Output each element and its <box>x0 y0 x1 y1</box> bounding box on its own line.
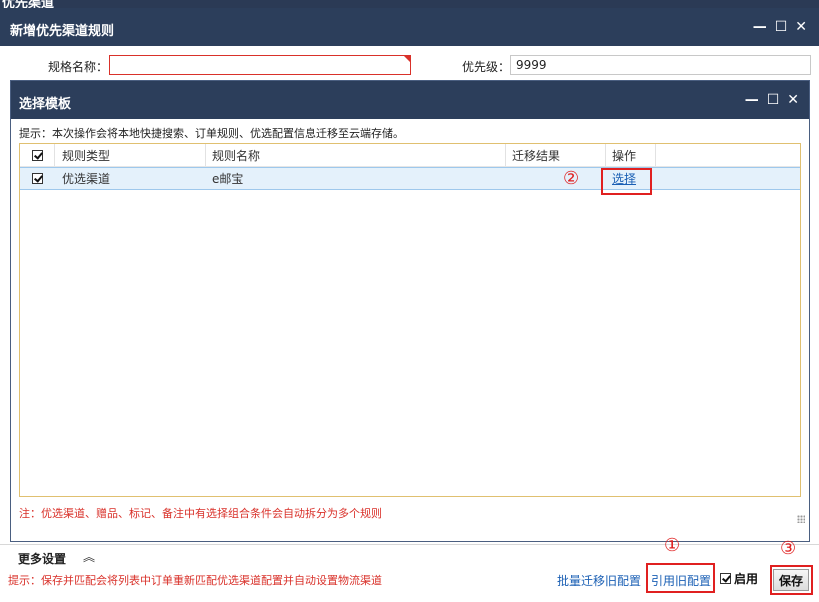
inner-dialog-titlebar[interactable]: 选择模板 — ☐ ✕ <box>11 81 809 119</box>
spec-name-input[interactable] <box>109 55 411 75</box>
batch-migrate-link[interactable]: 批量迁移旧配置 <box>557 572 641 589</box>
priority-label: 优先级： <box>462 60 511 74</box>
row-migration-result <box>506 168 606 189</box>
row-checkbox-cell[interactable] <box>20 168 54 189</box>
split-rule-note: 注：优选渠道、赠品、标记、备注中有选择组合条件会自动拆分为多个规则 <box>19 507 382 520</box>
column-header-action-text: 操作 <box>612 148 637 163</box>
more-settings-label: 更多设置 <box>18 552 67 566</box>
outer-dialog-titlebar[interactable]: 新增优先渠道规则 — ☐ ✕ <box>0 8 819 46</box>
select-template-dialog: 选择模板 — ☐ ✕ 提示：本次操作会将本地快捷搜索、订单规则、优选配置信息迁移… <box>10 80 810 542</box>
enable-label: 启用 <box>734 572 759 586</box>
close-icon[interactable]: ✕ <box>787 93 799 107</box>
header-checkbox-cell[interactable] <box>20 144 55 166</box>
outer-window-controls: — ☐ ✕ <box>745 8 807 46</box>
outer-dialog-title: 新增优先渠道规则 <box>10 24 115 39</box>
enable-toggle[interactable]: 启用 <box>720 570 758 587</box>
background-window-title: 优先渠道 <box>0 0 819 8</box>
column-header-rule-type: 规则类型 <box>54 144 206 166</box>
inner-window-controls: — ☐ ✕ <box>737 81 799 119</box>
highlight-box-save <box>770 565 813 595</box>
column-header-rule-name: 规则名称 <box>206 144 506 166</box>
chevron-up-icon[interactable]: ︽ <box>83 548 95 565</box>
minimize-icon[interactable]: — <box>753 20 767 34</box>
template-grid: 规则类型 规则名称 迁移结果 操作 优选渠道 e邮宝 选择 ② <box>19 143 801 497</box>
save-match-hint: 提示：保存并匹配会将列表中订单重新匹配优选渠道配置并自动设置物流渠道 <box>8 574 382 587</box>
row-rule-name: e邮宝 <box>206 168 506 189</box>
select-all-checkbox[interactable] <box>31 149 43 161</box>
column-header-rule-type-text: 规则类型 <box>62 148 111 163</box>
priority-input[interactable]: 9999 <box>510 55 811 75</box>
minimize-icon[interactable]: — <box>745 93 759 107</box>
column-header-migration-result-text: 迁移结果 <box>512 148 561 163</box>
close-icon[interactable]: ✕ <box>795 20 807 34</box>
maximize-icon[interactable]: ☐ <box>767 93 780 107</box>
row-rule-name-text: e邮宝 <box>212 172 244 186</box>
annotation-circle-3: ③ <box>780 538 797 559</box>
row-rule-type: 优选渠道 <box>54 168 206 189</box>
enable-checkbox[interactable] <box>720 573 731 584</box>
column-header-action: 操作 <box>606 144 656 166</box>
highlight-box-select <box>601 168 652 195</box>
annotation-circle-2: ② <box>563 168 580 189</box>
migration-hint: 提示：本次操作会将本地快捷搜索、订单规则、优选配置信息迁移至云端存储。 <box>19 127 404 140</box>
resize-grip-icon[interactable] <box>797 515 805 523</box>
rule-form-row: 规格名称： 优先级： 9999 <box>0 46 819 80</box>
column-header-rule-name-text: 规则名称 <box>212 148 261 163</box>
background-window-title-text: 优先渠道 <box>2 0 55 8</box>
table-row[interactable]: 优选渠道 e邮宝 选择 <box>20 167 800 190</box>
annotation-circle-1: ① <box>664 535 681 556</box>
spec-name-label: 规格名称： <box>48 60 109 74</box>
inner-dialog-title: 选择模板 <box>19 97 72 112</box>
required-marker-icon <box>404 56 410 62</box>
row-rule-type-text: 优选渠道 <box>62 172 111 186</box>
priority-value: 9999 <box>516 58 547 72</box>
highlight-box-cite-old <box>646 563 715 593</box>
column-header-migration-result: 迁移结果 <box>506 144 606 166</box>
row-checkbox[interactable] <box>31 173 43 184</box>
grid-header: 规则类型 规则名称 迁移结果 操作 <box>20 144 800 167</box>
maximize-icon[interactable]: ☐ <box>775 20 788 34</box>
